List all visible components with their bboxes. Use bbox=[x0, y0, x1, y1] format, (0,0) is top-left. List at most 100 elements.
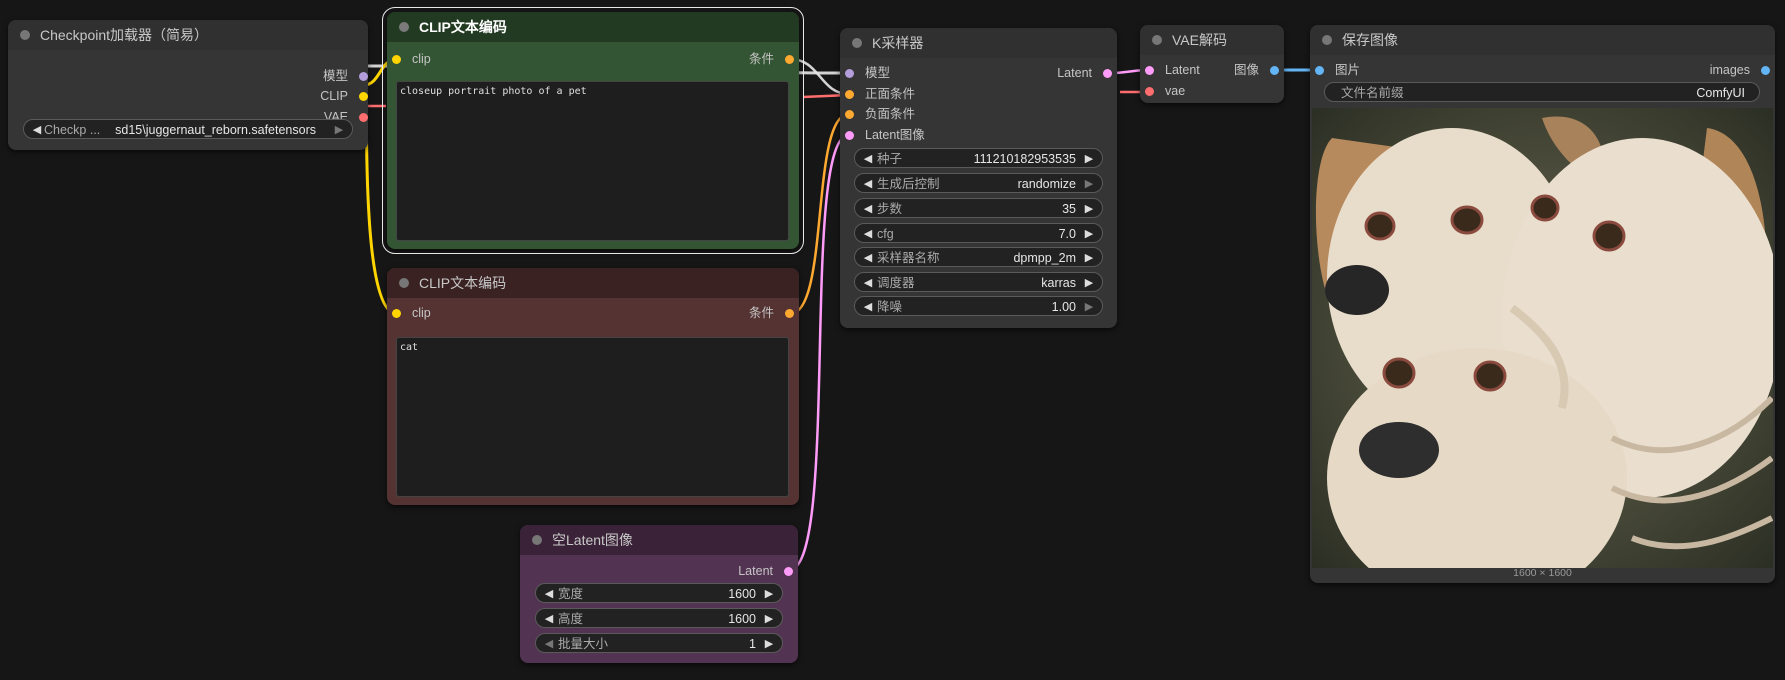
decrement-arrow-icon[interactable]: ◀ bbox=[860, 149, 876, 169]
slot-label: Latent bbox=[738, 564, 773, 578]
decrement-arrow-icon[interactable]: ◀ bbox=[541, 609, 557, 629]
prev-arrow-icon[interactable]: ◀ bbox=[860, 174, 876, 194]
vae-decode-node[interactable]: VAE解码 Latent vae 图像 bbox=[1140, 25, 1284, 103]
increment-arrow-icon[interactable]: ▶ bbox=[1081, 297, 1097, 317]
next-arrow-icon[interactable]: ▶ bbox=[1081, 248, 1097, 268]
slot-label: 图像 bbox=[1233, 63, 1259, 77]
vae-port[interactable] bbox=[359, 113, 368, 122]
increment-arrow-icon[interactable]: ▶ bbox=[761, 609, 777, 629]
widget-label: Checkp ... bbox=[44, 123, 101, 137]
output-image[interactable]: 图像 bbox=[1234, 60, 1279, 80]
height-widget[interactable]: ◀ 高度 1600 ▶ bbox=[535, 608, 783, 628]
model-port[interactable] bbox=[845, 69, 854, 78]
slot-label: CLIP bbox=[320, 89, 348, 103]
filename-prefix-widget[interactable]: 文件名前缀 ComfyUI bbox=[1324, 82, 1760, 102]
node-title[interactable]: K采样器 bbox=[840, 28, 1117, 58]
model-port[interactable] bbox=[359, 72, 368, 81]
increment-arrow-icon[interactable]: ▶ bbox=[761, 584, 777, 604]
checkpoint-loader-node[interactable]: Checkpoint加载器（简易） 模型 CLIP VAE ◀ Checkp .… bbox=[8, 20, 368, 150]
width-widget[interactable]: ◀ 宽度 1600 ▶ bbox=[535, 583, 783, 603]
input-positive[interactable]: 正面条件 bbox=[845, 84, 915, 104]
clip-text-encode-negative-node[interactable]: CLIP文本编码 clip 条件 cat bbox=[387, 268, 799, 505]
widget-value: 7.0 bbox=[1058, 227, 1076, 241]
prev-arrow-icon[interactable]: ◀ bbox=[29, 120, 45, 140]
clip-port[interactable] bbox=[392, 309, 401, 318]
input-images[interactable]: 图片 bbox=[1315, 60, 1360, 80]
node-title[interactable]: CLIP文本编码 bbox=[387, 268, 799, 298]
prev-arrow-icon[interactable]: ◀ bbox=[860, 248, 876, 268]
node-title[interactable]: VAE解码 bbox=[1140, 25, 1284, 55]
slot-label: clip bbox=[412, 306, 431, 320]
collapse-dot[interactable] bbox=[852, 38, 862, 48]
input-vae[interactable]: vae bbox=[1145, 81, 1185, 101]
batch-size-widget[interactable]: ◀ 批量大小 1 ▶ bbox=[535, 633, 783, 653]
decrement-arrow-icon[interactable]: ◀ bbox=[541, 584, 557, 604]
output-conditioning[interactable]: 条件 bbox=[749, 49, 794, 69]
output-latent[interactable]: Latent bbox=[1057, 63, 1112, 83]
scheduler-widget[interactable]: ◀ 调度器 karras ▶ bbox=[854, 272, 1103, 292]
decrement-arrow-icon[interactable]: ◀ bbox=[860, 199, 876, 219]
ksampler-node[interactable]: K采样器 模型 正面条件 负面条件 Latent图像 Latent ◀ 种子 1… bbox=[840, 28, 1117, 328]
output-conditioning[interactable]: 条件 bbox=[749, 303, 794, 323]
output-model[interactable]: 模型 bbox=[323, 66, 368, 86]
input-model[interactable]: 模型 bbox=[845, 63, 890, 83]
increment-arrow-icon[interactable]: ▶ bbox=[1081, 224, 1097, 244]
input-latent[interactable]: Latent bbox=[1145, 60, 1200, 80]
output-latent[interactable]: Latent bbox=[738, 561, 793, 581]
seed-widget[interactable]: ◀ 种子 111210182953535 ▶ bbox=[854, 148, 1103, 168]
node-title[interactable]: Checkpoint加载器（简易） bbox=[8, 20, 368, 50]
image-port[interactable] bbox=[1761, 66, 1770, 75]
node-title[interactable]: 保存图像 bbox=[1310, 25, 1775, 55]
title-text: CLIP文本编码 bbox=[419, 19, 507, 35]
ckpt-name-combo[interactable]: ◀ Checkp ... sd15\juggernaut_reborn.safe… bbox=[23, 119, 353, 139]
cfg-widget[interactable]: ◀ cfg 7.0 ▶ bbox=[854, 223, 1103, 243]
conditioning-port[interactable] bbox=[845, 110, 854, 119]
next-arrow-icon[interactable]: ▶ bbox=[331, 120, 347, 140]
node-title[interactable]: CLIP文本编码 bbox=[387, 12, 799, 42]
next-arrow-icon[interactable]: ▶ bbox=[1081, 174, 1097, 194]
input-negative[interactable]: 负面条件 bbox=[845, 104, 915, 124]
collapse-dot[interactable] bbox=[20, 30, 30, 40]
steps-widget[interactable]: ◀ 步数 35 ▶ bbox=[854, 198, 1103, 218]
decrement-arrow-icon[interactable]: ◀ bbox=[860, 224, 876, 244]
decrement-arrow-icon[interactable]: ◀ bbox=[860, 297, 876, 317]
output-images[interactable]: images bbox=[1710, 60, 1770, 80]
input-clip[interactable]: clip bbox=[392, 303, 431, 323]
conditioning-port[interactable] bbox=[845, 90, 854, 99]
denoise-widget[interactable]: ◀ 降噪 1.00 ▶ bbox=[854, 296, 1103, 316]
prompt-textarea[interactable]: closeup portrait photo of a pet bbox=[396, 81, 789, 241]
collapse-dot[interactable] bbox=[399, 22, 409, 32]
output-clip[interactable]: CLIP bbox=[320, 86, 368, 106]
conditioning-port[interactable] bbox=[785, 55, 794, 64]
next-arrow-icon[interactable]: ▶ bbox=[1081, 273, 1097, 293]
conditioning-port[interactable] bbox=[785, 309, 794, 318]
prev-arrow-icon[interactable]: ◀ bbox=[860, 273, 876, 293]
collapse-dot[interactable] bbox=[532, 535, 542, 545]
save-image-node[interactable]: 保存图像 图片 images 文件名前缀 ComfyUI 1600 × 1600 bbox=[1310, 25, 1775, 583]
input-clip[interactable]: clip bbox=[392, 49, 431, 69]
increment-arrow-icon[interactable]: ▶ bbox=[1081, 199, 1097, 219]
collapse-dot[interactable] bbox=[1152, 35, 1162, 45]
image-port[interactable] bbox=[1270, 66, 1279, 75]
clip-port[interactable] bbox=[359, 92, 368, 101]
clip-text-encode-positive-node[interactable]: CLIP文本编码 clip 条件 closeup portrait photo … bbox=[382, 7, 804, 254]
decrement-arrow-icon[interactable]: ◀ bbox=[541, 634, 557, 654]
prompt-textarea[interactable]: cat bbox=[396, 337, 789, 497]
latent-port[interactable] bbox=[784, 567, 793, 576]
empty-latent-image-node[interactable]: 空Latent图像 Latent ◀ 宽度 1600 ▶ ◀ 高度 1600 ▶… bbox=[520, 525, 798, 663]
input-latent[interactable]: Latent图像 bbox=[845, 125, 925, 145]
vae-port[interactable] bbox=[1145, 87, 1154, 96]
collapse-dot[interactable] bbox=[1322, 35, 1332, 45]
increment-arrow-icon[interactable]: ▶ bbox=[761, 634, 777, 654]
collapse-dot[interactable] bbox=[399, 278, 409, 288]
sampler-name-widget[interactable]: ◀ 采样器名称 dpmpp_2m ▶ bbox=[854, 247, 1103, 267]
image-preview[interactable] bbox=[1312, 108, 1773, 568]
increment-arrow-icon[interactable]: ▶ bbox=[1081, 149, 1097, 169]
latent-port[interactable] bbox=[1145, 66, 1154, 75]
latent-port[interactable] bbox=[1103, 69, 1112, 78]
node-title[interactable]: 空Latent图像 bbox=[520, 525, 798, 555]
image-port[interactable] bbox=[1315, 66, 1324, 75]
control-after-generate-widget[interactable]: ◀ 生成后控制 randomize ▶ bbox=[854, 173, 1103, 193]
clip-port[interactable] bbox=[392, 55, 401, 64]
latent-port[interactable] bbox=[845, 131, 854, 140]
